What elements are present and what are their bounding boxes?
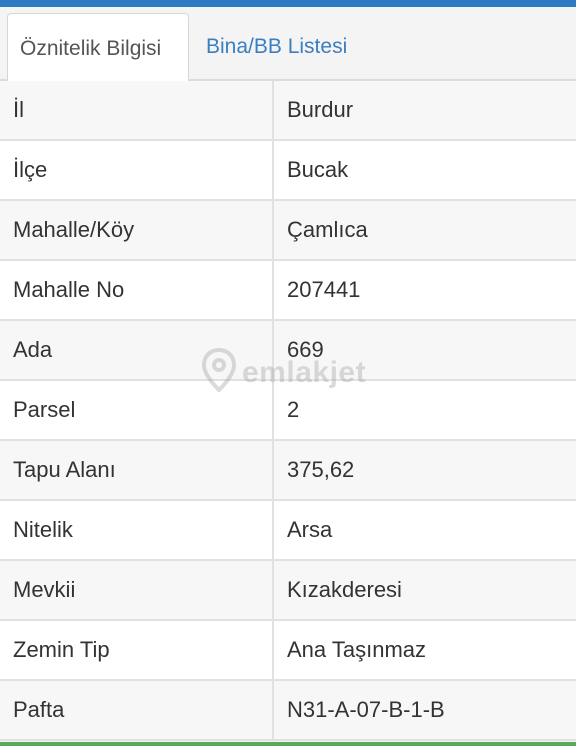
table-row: Mahalle/Köy Çamlıca [0, 201, 576, 261]
row-value: 2 [287, 397, 300, 422]
table-row: Tapu Alanı 375,62 [0, 441, 576, 501]
table-row: İl Burdur [0, 81, 576, 141]
row-value: Çamlıca [287, 217, 368, 242]
row-value: Kızakderesi [287, 577, 402, 602]
top-accent-bar [0, 0, 576, 7]
table-row: İlçe Bucak [0, 141, 576, 201]
table-row: Mahalle No 207441 [0, 261, 576, 321]
row-value: Ana Taşınmaz [287, 637, 427, 662]
row-key: Ada [0, 321, 274, 379]
row-value: Arsa [287, 517, 333, 542]
tab-label: Öznitelik Bilgisi [20, 36, 162, 60]
row-key: İlçe [0, 141, 274, 199]
row-key: Nitelik [0, 501, 274, 559]
row-value: 375,62 [287, 457, 355, 482]
tab-bina-bb-listesi[interactable]: Bina/BB Listesi [194, 13, 359, 81]
row-key: Mahalle/Köy [0, 201, 274, 259]
row-key: Parsel [0, 381, 274, 439]
row-key: Zemin Tip [0, 621, 274, 679]
tab-oznitelik-bilgisi[interactable]: Öznitelik Bilgisi [7, 13, 189, 83]
attribute-table: İl Burdur İlçe Bucak Mahalle/Köy Çamlıca… [0, 81, 576, 741]
tab-label: Bina/BB Listesi [206, 35, 348, 58]
row-key: İl [0, 81, 274, 139]
row-key: Tapu Alanı [0, 441, 274, 499]
table-row: Ada 669 [0, 321, 576, 381]
row-value: Burdur [287, 97, 354, 122]
table-row: Parsel 2 [0, 381, 576, 441]
table-row: Nitelik Arsa [0, 501, 576, 561]
row-value: Bucak [287, 157, 349, 182]
bottom-accent-bar [0, 742, 576, 746]
table-row: Zemin Tip Ana Taşınmaz [0, 621, 576, 681]
row-value: 669 [287, 337, 324, 362]
row-key: Mahalle No [0, 261, 274, 319]
tab-strip: Öznitelik Bilgisi Bina/BB Listesi [0, 7, 576, 83]
row-key: Mevkii [0, 561, 274, 619]
row-value: 207441 [287, 277, 361, 302]
row-value: N31-A-07-B-1-B [287, 697, 445, 722]
table-row: Pafta N31-A-07-B-1-B [0, 681, 576, 741]
table-row: Mevkii Kızakderesi [0, 561, 576, 621]
page: Öznitelik Bilgisi Bina/BB Listesi İl Bur… [0, 0, 576, 746]
row-key: Pafta [0, 681, 274, 739]
